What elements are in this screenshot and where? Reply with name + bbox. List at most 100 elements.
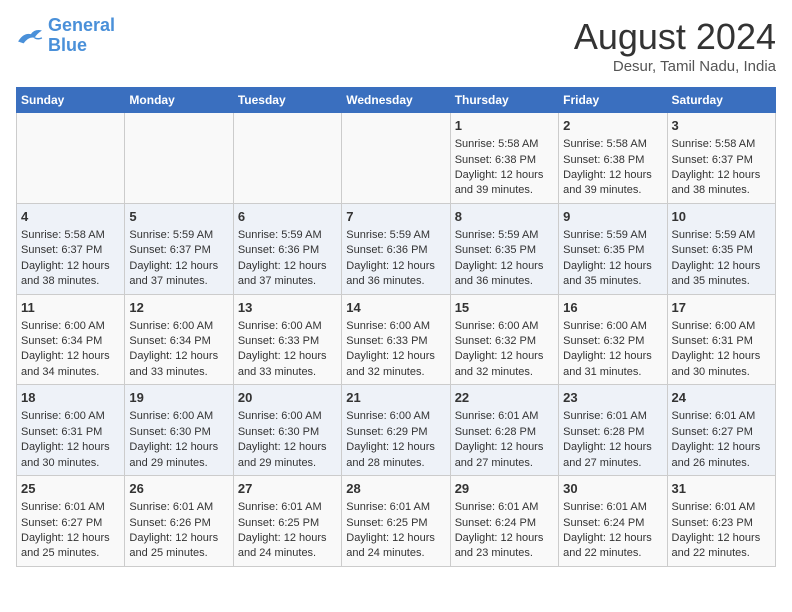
day-info: Sunrise: 5:59 AM [129,228,228,243]
calendar-cell: 13Sunrise: 6:00 AMSunset: 6:33 PMDayligh… [233,294,341,385]
day-info: Sunrise: 6:01 AM [672,409,771,424]
day-info: Sunrise: 6:01 AM [455,500,554,515]
calendar-cell: 3Sunrise: 5:58 AMSunset: 6:37 PMDaylight… [667,113,775,204]
day-number: 1 [455,117,554,135]
day-info: Daylight: 12 hours [129,440,228,455]
day-info: Sunset: 6:25 PM [238,516,337,531]
day-info: Daylight: 12 hours [672,168,771,183]
day-info: Daylight: 12 hours [455,440,554,455]
day-info: Sunset: 6:33 PM [346,334,445,349]
day-info: Sunset: 6:30 PM [238,425,337,440]
day-number: 9 [563,208,662,226]
day-number: 8 [455,208,554,226]
day-info: Sunset: 6:27 PM [672,425,771,440]
day-info: Daylight: 12 hours [672,531,771,546]
day-number: 24 [672,389,771,407]
day-info: Daylight: 12 hours [346,531,445,546]
calendar-cell: 4Sunrise: 5:58 AMSunset: 6:37 PMDaylight… [17,203,125,294]
day-number: 18 [21,389,120,407]
calendar-cell: 29Sunrise: 6:01 AMSunset: 6:24 PMDayligh… [450,476,558,567]
calendar-cell: 30Sunrise: 6:01 AMSunset: 6:24 PMDayligh… [559,476,667,567]
day-info: Daylight: 12 hours [238,259,337,274]
day-number: 15 [455,299,554,317]
day-info: and 26 minutes. [672,456,771,471]
day-info: and 30 minutes. [672,365,771,380]
day-number: 11 [21,299,120,317]
calendar-cell: 25Sunrise: 6:01 AMSunset: 6:27 PMDayligh… [17,476,125,567]
calendar-cell [342,113,450,204]
day-info: Sunrise: 6:00 AM [346,319,445,334]
day-info: Sunrise: 5:59 AM [455,228,554,243]
day-info: Sunset: 6:35 PM [563,243,662,258]
day-info: Daylight: 12 hours [455,349,554,364]
day-info: Daylight: 12 hours [129,531,228,546]
day-number: 16 [563,299,662,317]
calendar-cell: 12Sunrise: 6:00 AMSunset: 6:34 PMDayligh… [125,294,233,385]
day-info: Daylight: 12 hours [672,349,771,364]
day-info: Sunrise: 6:00 AM [21,319,120,334]
day-header-wednesday: Wednesday [342,88,450,113]
day-info: Sunrise: 6:01 AM [563,409,662,424]
day-info: Sunset: 6:37 PM [672,153,771,168]
day-number: 27 [238,480,337,498]
day-info: Sunset: 6:28 PM [563,425,662,440]
calendar-cell: 17Sunrise: 6:00 AMSunset: 6:31 PMDayligh… [667,294,775,385]
day-number: 19 [129,389,228,407]
day-info: Sunrise: 6:01 AM [346,500,445,515]
day-info: and 39 minutes. [563,183,662,198]
calendar-cell: 18Sunrise: 6:00 AMSunset: 6:31 PMDayligh… [17,385,125,476]
calendar-cell: 6Sunrise: 5:59 AMSunset: 6:36 PMDaylight… [233,203,341,294]
day-info: Daylight: 12 hours [238,349,337,364]
day-info: Sunrise: 6:00 AM [346,409,445,424]
calendar-cell: 5Sunrise: 5:59 AMSunset: 6:37 PMDaylight… [125,203,233,294]
day-info: and 29 minutes. [129,456,228,471]
day-info: Daylight: 12 hours [455,531,554,546]
day-info: Sunrise: 6:01 AM [238,500,337,515]
logo-bird-icon [16,25,44,47]
calendar-cell: 24Sunrise: 6:01 AMSunset: 6:27 PMDayligh… [667,385,775,476]
day-info: Daylight: 12 hours [455,168,554,183]
calendar-table: SundayMondayTuesdayWednesdayThursdayFrid… [16,87,776,567]
day-number: 12 [129,299,228,317]
day-info: and 38 minutes. [21,274,120,289]
day-info: Sunset: 6:37 PM [129,243,228,258]
day-info: and 27 minutes. [455,456,554,471]
day-number: 30 [563,480,662,498]
logo: General Blue [16,16,115,56]
day-info: Sunset: 6:31 PM [672,334,771,349]
day-info: Sunset: 6:31 PM [21,425,120,440]
day-number: 3 [672,117,771,135]
day-number: 10 [672,208,771,226]
calendar-header-row: SundayMondayTuesdayWednesdayThursdayFrid… [17,88,776,113]
day-info: Sunset: 6:34 PM [129,334,228,349]
calendar-cell: 19Sunrise: 6:00 AMSunset: 6:30 PMDayligh… [125,385,233,476]
day-info: Sunset: 6:38 PM [563,153,662,168]
day-header-sunday: Sunday [17,88,125,113]
day-info: Sunset: 6:38 PM [455,153,554,168]
day-info: and 23 minutes. [455,546,554,561]
day-header-saturday: Saturday [667,88,775,113]
day-number: 2 [563,117,662,135]
day-info: and 24 minutes. [346,546,445,561]
day-info: Sunset: 6:25 PM [346,516,445,531]
day-info: Daylight: 12 hours [563,531,662,546]
day-info: Sunset: 6:33 PM [238,334,337,349]
day-info: Sunset: 6:32 PM [455,334,554,349]
day-info: Daylight: 12 hours [21,531,120,546]
day-info: Daylight: 12 hours [672,259,771,274]
day-info: Daylight: 12 hours [238,440,337,455]
day-info: Sunset: 6:27 PM [21,516,120,531]
day-number: 6 [238,208,337,226]
day-info: Sunset: 6:24 PM [455,516,554,531]
day-info: and 38 minutes. [672,183,771,198]
day-info: Sunrise: 6:00 AM [672,319,771,334]
day-info: and 22 minutes. [563,546,662,561]
calendar-cell: 8Sunrise: 5:59 AMSunset: 6:35 PMDaylight… [450,203,558,294]
day-info: and 24 minutes. [238,546,337,561]
day-info: and 25 minutes. [129,546,228,561]
day-info: Sunset: 6:37 PM [21,243,120,258]
day-info: and 37 minutes. [129,274,228,289]
calendar-cell: 2Sunrise: 5:58 AMSunset: 6:38 PMDaylight… [559,113,667,204]
day-info: Sunset: 6:28 PM [455,425,554,440]
day-number: 4 [21,208,120,226]
